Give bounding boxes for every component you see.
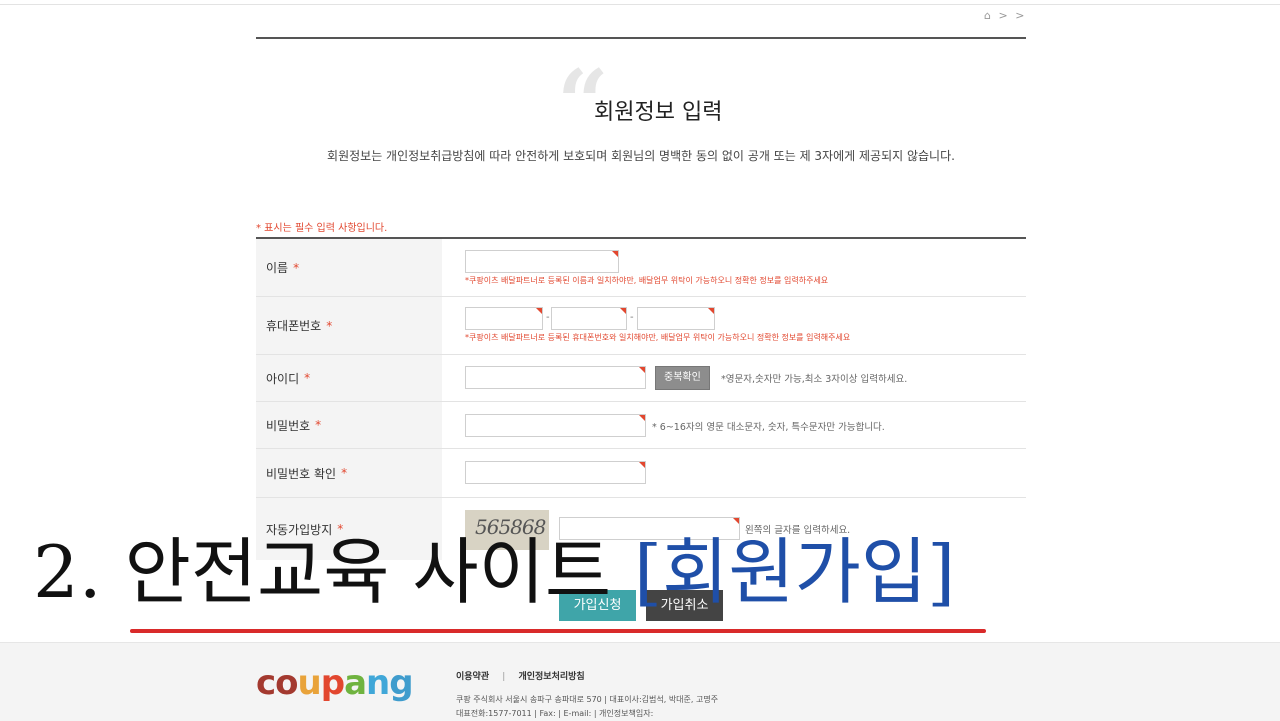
form-row-name: 이름 * *쿠팡이츠 배달파트너로 등록된 이름과 일치하야만, 배달업무 위탁… [256, 239, 1026, 297]
breadcrumb-chevron: > [1015, 9, 1027, 22]
company-info: 쿠팡 주식회사 서울시 송파구 송파대로 570 | 대표이사:김범석, 박대준… [456, 693, 718, 721]
coupang-logo[interactable]: coupang [256, 663, 414, 703]
password-label: 비밀번호 [266, 418, 311, 433]
phone-warning: *쿠팡이츠 배달파트너로 등록된 휴대폰번호와 일치해야만, 배달업무 위탁이 … [465, 333, 851, 342]
phone-part3-input[interactable] [637, 307, 715, 330]
logo-letter: g [389, 663, 413, 703]
form-row-phone: 휴대폰번호 * - - *쿠팡이츠 배달파트너로 등록된 휴대폰번호와 일치해야… [256, 297, 1026, 355]
logo-letter: n [366, 663, 390, 703]
phone-dash: - [546, 312, 550, 323]
phone-label: 휴대폰번호 [266, 319, 322, 333]
password-confirm-input[interactable] [465, 461, 646, 484]
overlay-highlight: [회원가입] [634, 530, 956, 614]
company-address: 쿠팡 주식회사 서울시 송파구 송파대로 570 | 대표이사:김범석, 박대준… [456, 695, 719, 704]
required-star: * [293, 260, 300, 275]
footer-links: 이용약관 | 개인정보처리방침 [456, 669, 585, 682]
field-value [442, 449, 1026, 497]
name-input[interactable] [465, 250, 619, 273]
required-star: * [341, 466, 348, 480]
page-subtitle: 회원정보는 개인정보취급방침에 따라 안전하게 보호되며 회원님의 명백한 동의… [327, 149, 955, 163]
page-title: 회원정보 입력 [594, 100, 723, 125]
overlay-prefix: 2. 안전교육 사이트 [33, 530, 635, 614]
header-rule [256, 37, 1026, 39]
form-row-password-confirm: 비밀번호 확인 * [256, 449, 1026, 498]
form-row-password: 비밀번호 * * 6~16자의 영문 대소문자, 숫자, 특수문자만 가능합니다… [256, 402, 1026, 449]
logo-letter: u [297, 663, 322, 703]
required-star: * [326, 318, 333, 333]
footer: coupang 이용약관 | 개인정보처리방침 쿠팡 주식회사 서울시 송파구 … [0, 642, 1280, 721]
userid-input[interactable] [465, 366, 646, 389]
required-note: * 표시는 필수 입력 사항입니다. [256, 223, 388, 234]
terms-link[interactable]: 이용약관 [456, 672, 489, 682]
field-label: 아이디 * [256, 355, 442, 401]
name-warning: *쿠팡이츠 배달파트너로 등록된 이름과 일치하야만, 배달업무 위탁이 가능하… [465, 276, 829, 285]
field-value: * 6~16자의 영문 대소문자, 숫자, 특수문자만 가능합니다. [442, 402, 1026, 448]
privacy-link[interactable]: 개인정보처리방침 [518, 672, 584, 682]
name-label: 이름 [266, 261, 289, 275]
phone-part1-input[interactable] [465, 307, 543, 330]
breadcrumb-chevron: > [998, 9, 1010, 22]
field-label: 비밀번호 확인 * [256, 449, 442, 497]
password-input[interactable] [465, 414, 646, 437]
password-confirm-label: 비밀번호 확인 [266, 466, 337, 481]
field-value: *쿠팡이츠 배달파트너로 등록된 이름과 일치하야만, 배달업무 위탁이 가능하… [442, 239, 1026, 296]
field-value: - - *쿠팡이츠 배달파트너로 등록된 휴대폰번호와 일치해야만, 배달업무 … [442, 297, 1026, 354]
company-contact: 대표전화:1577-7011 | Fax: | E-mail: | 개인정보책임… [456, 709, 654, 718]
userid-hint: *영문자,숫자만 가능,최소 3자이상 입력하세요. [721, 374, 908, 385]
member-form: 이름 * *쿠팡이츠 배달파트너로 등록된 이름과 일치하야만, 배달업무 위탁… [256, 237, 1026, 560]
logo-letter: a [344, 663, 367, 703]
field-label: 휴대폰번호 * [256, 297, 442, 354]
breadcrumb: ⌂ > > [984, 9, 1026, 22]
logo-letter: p [320, 663, 345, 703]
phone-dash: - [630, 312, 634, 323]
required-star: * [315, 418, 322, 432]
phone-part2-input[interactable] [551, 307, 627, 330]
top-divider [0, 4, 1280, 5]
field-label: 이름 * [256, 239, 442, 296]
form-row-userid: 아이디 * 중복확인 *영문자,숫자만 가능,최소 3자이상 입력하세요. [256, 355, 1026, 402]
password-hint: * 6~16자의 영문 대소문자, 숫자, 특수문자만 가능합니다. [652, 422, 885, 433]
logo-letter: co [256, 663, 299, 703]
caption-underline [130, 629, 986, 633]
required-star: * [304, 371, 311, 385]
footer-separator: | [502, 672, 506, 682]
duplicate-check-button[interactable]: 중복확인 [655, 366, 710, 390]
field-value: 중복확인 *영문자,숫자만 가능,최소 3자이상 입력하세요. [442, 355, 1026, 401]
userid-label: 아이디 [266, 371, 300, 386]
field-label: 비밀번호 * [256, 402, 442, 448]
overlay-caption: 2. 안전교육 사이트 [회원가입] [33, 527, 955, 617]
home-icon[interactable]: ⌂ [984, 9, 993, 22]
